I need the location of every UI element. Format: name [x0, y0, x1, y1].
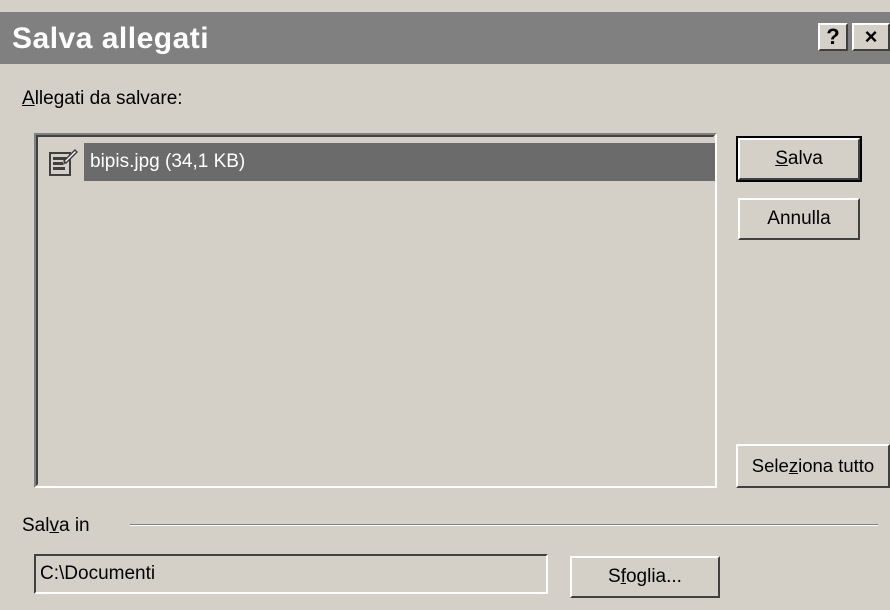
attachments-list-inner: bipis.jpg (34,1 KB)	[36, 135, 715, 486]
browse-button[interactable]: Sfoglia...	[570, 556, 720, 598]
attachments-label: Allegati da salvare:	[22, 88, 183, 110]
save-in-label-post: a in	[58, 515, 90, 536]
title-bar: Salva allegati ? ×	[0, 12, 890, 64]
save-button-mnemonic: S	[775, 148, 788, 169]
attachments-label-rest: llegati da salvare:	[34, 88, 183, 109]
attachments-list[interactable]: bipis.jpg (34,1 KB)	[34, 133, 717, 488]
close-button[interactable]: ×	[852, 23, 890, 51]
save-button-post: alva	[787, 148, 823, 169]
group-divider	[130, 524, 878, 526]
save-in-label-mnemonic: v	[49, 515, 59, 536]
select-all-post: iona tutto	[798, 455, 875, 476]
browse-button-pre: S	[608, 566, 621, 587]
help-button[interactable]: ?	[818, 23, 848, 51]
attachments-label-mnemonic: A	[22, 88, 35, 109]
save-path-input[interactable]	[34, 554, 548, 594]
list-item[interactable]: bipis.jpg (34,1 KB)	[44, 143, 715, 181]
help-icon: ?	[826, 24, 840, 49]
cancel-button[interactable]: Annulla	[738, 198, 860, 240]
attachment-name: bipis.jpg (34,1 KB)	[84, 143, 715, 181]
close-icon: ×	[864, 24, 878, 49]
window-title: Salva allegati	[12, 22, 210, 55]
browse-button-post: oglia...	[625, 566, 682, 587]
save-in-label-pre: Sal	[22, 515, 50, 536]
select-all-mnemonic: z	[788, 455, 799, 476]
select-all-button[interactable]: Seleziona tutto	[736, 444, 890, 488]
select-all-pre: Sele	[751, 455, 789, 476]
save-in-label: Salva in	[22, 515, 90, 537]
image-file-icon	[48, 147, 79, 177]
save-button[interactable]: Salva	[736, 136, 862, 182]
